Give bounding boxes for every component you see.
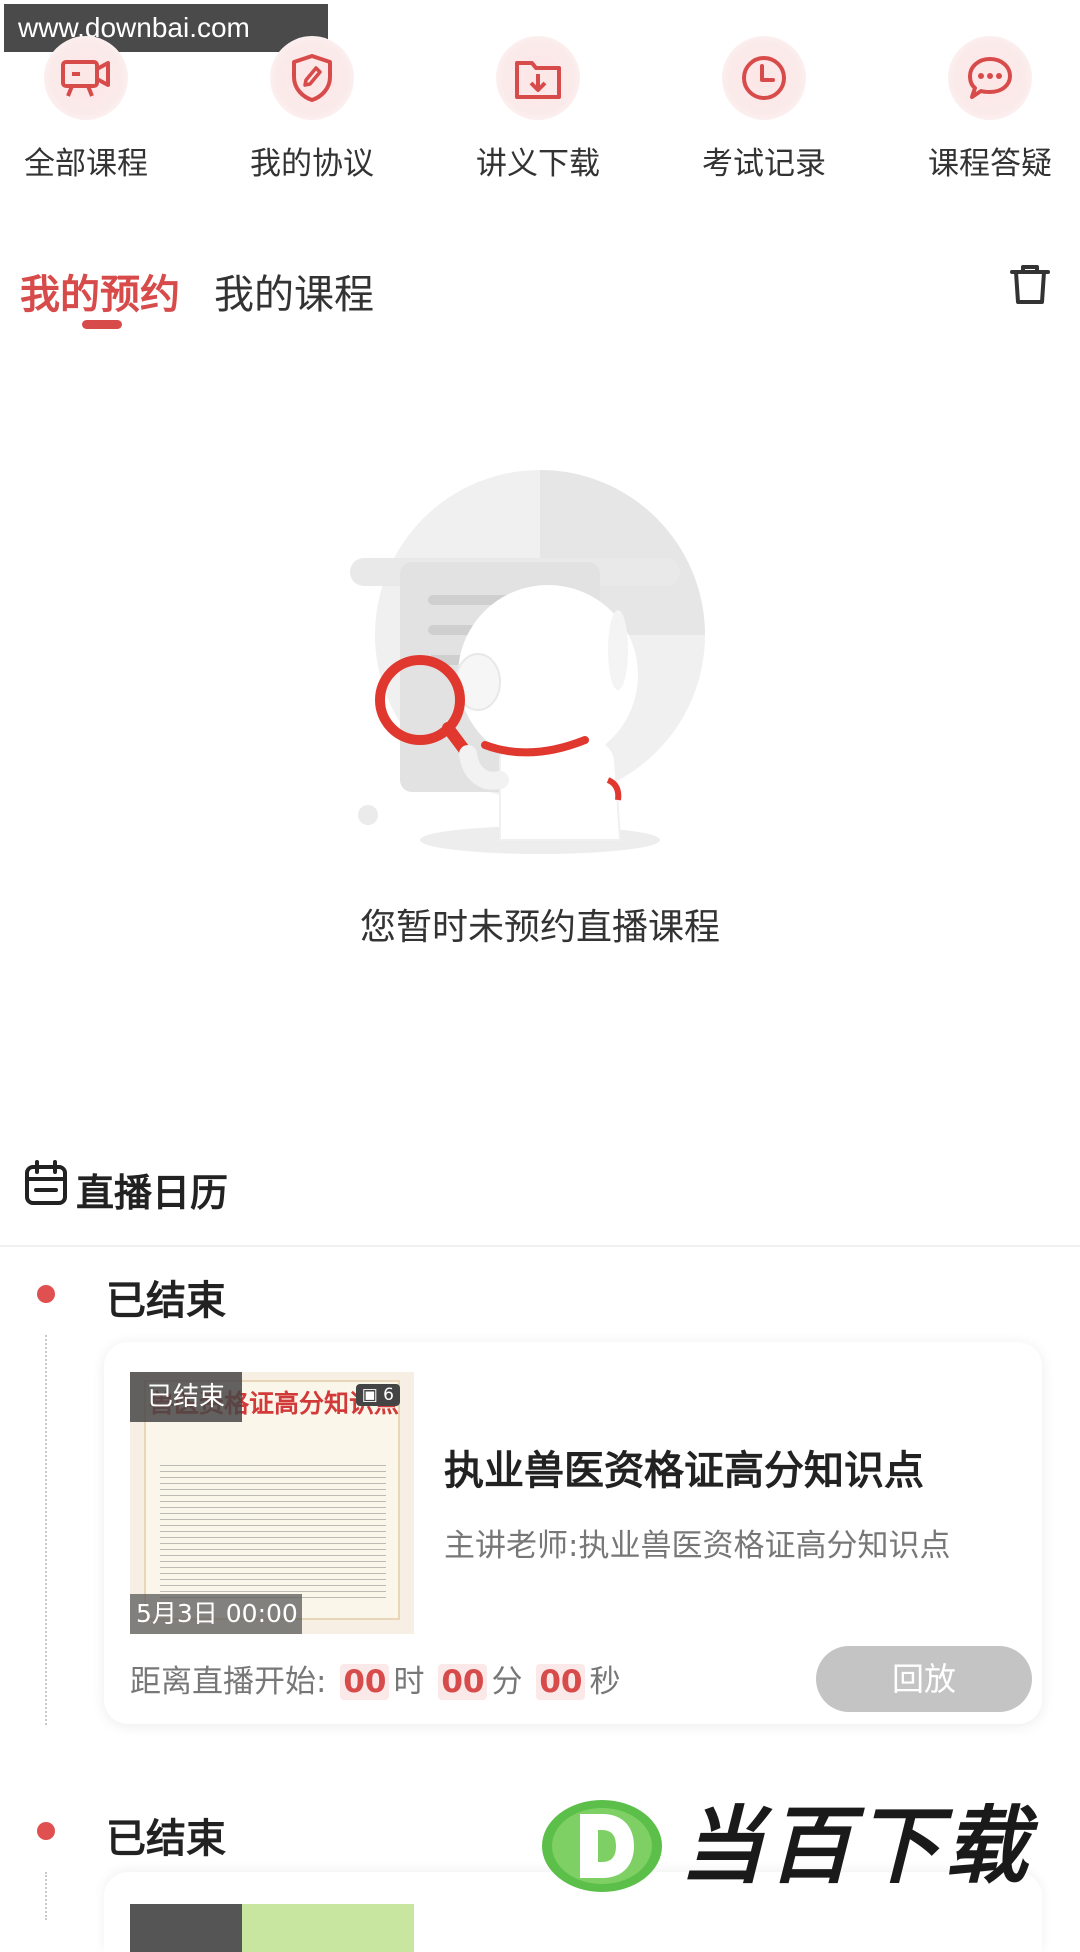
- quick-all-courses[interactable]: 全部课程: [0, 36, 176, 183]
- image-count-badge: ▣ 6: [355, 1384, 400, 1406]
- shield-pen-icon: [270, 36, 354, 120]
- live-course-card[interactable]: 兽医资格证高分知识点 已结束 ▣ 6 5月3日 00:00 执业兽医资格证高分知…: [104, 1342, 1042, 1724]
- hours-unit: 时: [393, 1664, 425, 1700]
- empty-state-illustration: [350, 470, 730, 860]
- countdown-label: 距离直播开始:: [130, 1664, 327, 1700]
- timeline-dot: [37, 1822, 55, 1840]
- minutes-unit: 分: [491, 1664, 523, 1700]
- course-thumbnail: [130, 1904, 414, 1952]
- clock-icon: [722, 36, 806, 120]
- replay-button[interactable]: 回放: [816, 1646, 1032, 1712]
- video-course-icon: [44, 36, 128, 120]
- brand-logo-icon: [542, 1800, 662, 1892]
- quick-exam-records[interactable]: 考试记录: [674, 36, 854, 183]
- section-status-title: 已结束: [106, 1816, 226, 1862]
- quick-actions: 全部课程 我的协议 讲义下载 考试记录 课程答疑: [0, 36, 1080, 196]
- quick-label: 全部课程: [24, 146, 148, 182]
- countdown-hours: 00: [340, 1664, 390, 1700]
- quick-label: 考试记录: [702, 146, 826, 182]
- live-calendar-title: 直播日历: [76, 1171, 229, 1215]
- trash-icon[interactable]: [1008, 262, 1052, 306]
- brand-text: 当百下载: [680, 1797, 1033, 1895]
- quick-my-agreement[interactable]: 我的协议: [222, 36, 402, 183]
- course-title: 执业兽医资格证高分知识点: [444, 1448, 924, 1494]
- quick-label: 我的协议: [250, 146, 374, 182]
- divider: [0, 1245, 1080, 1247]
- countdown-seconds: 00: [536, 1664, 586, 1700]
- folder-download-icon: [496, 36, 580, 120]
- live-countdown: 距离直播开始: 00 时 00 分 00 秒: [130, 1656, 620, 1701]
- timeline-line: [45, 1872, 47, 1920]
- course-date-badge: 5月3日 00:00: [130, 1594, 302, 1634]
- countdown-minutes: 00: [438, 1664, 488, 1700]
- ended-badge: 已结束: [130, 1372, 242, 1422]
- seconds-unit: 秒: [589, 1664, 621, 1700]
- empty-state-message: 您暂时未预约直播课程: [359, 907, 720, 948]
- quick-label: 讲义下载: [476, 146, 600, 182]
- quick-label: 课程答疑: [928, 146, 1052, 182]
- calendar-icon: [24, 1160, 68, 1210]
- brand-watermark: 当百下载: [540, 1796, 1065, 1896]
- tab-my-courses[interactable]: 我的课程: [214, 262, 374, 320]
- timeline-line: [45, 1335, 47, 1725]
- thumbnail-text-lines: [160, 1460, 386, 1600]
- course-thumbnail: 兽医资格证高分知识点 已结束 ▣ 6 5月3日 00:00: [130, 1372, 414, 1634]
- tab-my-appointments[interactable]: 我的预约: [20, 262, 180, 320]
- quick-course-qa[interactable]: 课程答疑: [900, 36, 1080, 183]
- section-status-title: 已结束: [106, 1278, 226, 1324]
- active-tab-indicator: [82, 320, 122, 329]
- quick-handout-download[interactable]: 讲义下载: [448, 36, 628, 183]
- course-teacher: 主讲老师:执业兽医资格证高分知识点: [444, 1528, 951, 1564]
- chat-bubble-icon: [948, 36, 1032, 120]
- timeline-dot: [37, 1285, 55, 1303]
